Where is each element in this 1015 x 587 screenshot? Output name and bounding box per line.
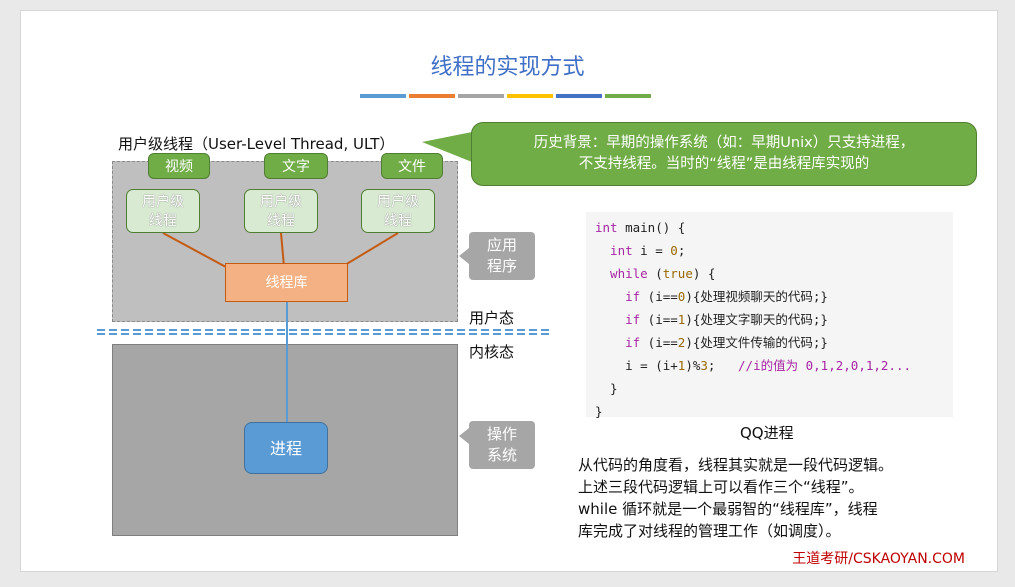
- code-token: if: [595, 335, 641, 350]
- tag-text: 文字: [264, 153, 328, 179]
- code-caption: QQ进程: [740, 424, 794, 442]
- os-label-1: 操作: [486, 425, 517, 443]
- explanation-line-2: 上述三段代码逻辑上可以看作三个“线程”。: [578, 478, 864, 496]
- code-line-2: int i = 0;: [595, 239, 953, 262]
- code-token: 3: [700, 358, 708, 373]
- thread-library-box: 线程库: [225, 263, 348, 302]
- code-block: int main() { int i = 0; while (true) { i…: [586, 212, 953, 419]
- operating-system-label: 操作 系统: [469, 421, 535, 469]
- code-token: (: [647, 266, 663, 281]
- explanation-line-3: while 循环就是一个最弱智的“线程库”，线程: [578, 500, 878, 518]
- os-label-2: 系统: [486, 446, 517, 464]
- brand-footer: 王道考研/CSKAOYAN.COM: [792, 551, 965, 567]
- code-token: ;: [677, 243, 686, 258]
- user-thread-3-label-2: 线程: [384, 213, 412, 229]
- code-token: i = (i+: [595, 358, 678, 373]
- code-token: if: [595, 312, 641, 327]
- user-thread-1-label-2: 线程: [149, 213, 177, 229]
- code-token: int: [595, 220, 618, 235]
- code-token: (i==: [640, 289, 678, 304]
- code-line-8: }: [595, 381, 618, 396]
- user-thread-3-label: 用户级: [377, 194, 419, 210]
- code-token: ;: [707, 358, 739, 373]
- code-token: ){处理文字聊天的代码;}: [685, 312, 828, 327]
- code-token: main() {: [617, 220, 686, 235]
- code-line-9: }: [595, 404, 603, 419]
- user-thread-1: 用户级 线程: [126, 189, 200, 233]
- code-line-6: if (i==2){处理文件传输的代码;}: [595, 331, 953, 354]
- code-line-7: i = (i+1)%3; //i的值为 0,1,2,0,1,2...: [595, 354, 953, 377]
- code-comment: //i的值为 0,1,2,0,1,2...: [738, 358, 911, 373]
- code-token: ) {: [692, 266, 716, 281]
- user-thread-2-label: 用户级: [260, 194, 302, 210]
- code-token: (i==: [640, 335, 678, 350]
- code-token: while: [595, 266, 648, 281]
- code-token: )%: [685, 358, 701, 373]
- user-thread-3: 用户级 线程: [361, 189, 435, 233]
- application-label-1: 应用: [486, 236, 517, 254]
- code-line-3: while (true) {: [595, 262, 953, 285]
- explanation-text: 从代码的角度看，线程其实就是一段代码逻辑。 上述三段代码逻辑上可以看作三个“线程…: [578, 454, 968, 542]
- code-line-5: if (i==1){处理文字聊天的代码;}: [595, 308, 953, 331]
- application-label-2: 程序: [486, 257, 517, 275]
- user-mode-label: 用户态: [469, 309, 515, 327]
- code-token: if: [595, 289, 641, 304]
- code-token: ){处理视频聊天的代码;}: [685, 289, 828, 304]
- user-thread-2-label-2: 线程: [267, 213, 295, 229]
- user-thread-2: 用户级 线程: [244, 189, 318, 233]
- code-token: (i==: [640, 312, 678, 327]
- process-box: 进程: [244, 422, 328, 474]
- code-token: true: [662, 266, 693, 281]
- code-token: 0: [670, 243, 678, 258]
- explanation-line-4: 库完成了对线程的管理工作（如调度）。: [578, 522, 841, 540]
- code-token: ){处理文件传输的代码;}: [685, 335, 828, 350]
- application-label: 应用 程序: [469, 232, 535, 280]
- kernel-mode-label: 内核态: [469, 343, 515, 361]
- code-line-1: int main() {: [595, 216, 953, 239]
- tag-file: 文件: [381, 153, 443, 179]
- code-line-4: if (i==0){处理视频聊天的代码;}: [595, 285, 953, 308]
- explanation-line-1: 从代码的角度看，线程其实就是一段代码逻辑。: [578, 456, 894, 474]
- code-token: int: [595, 243, 633, 258]
- tag-video: 视频: [148, 153, 210, 179]
- code-token: i =: [632, 243, 671, 258]
- user-thread-1-label: 用户级: [142, 194, 184, 210]
